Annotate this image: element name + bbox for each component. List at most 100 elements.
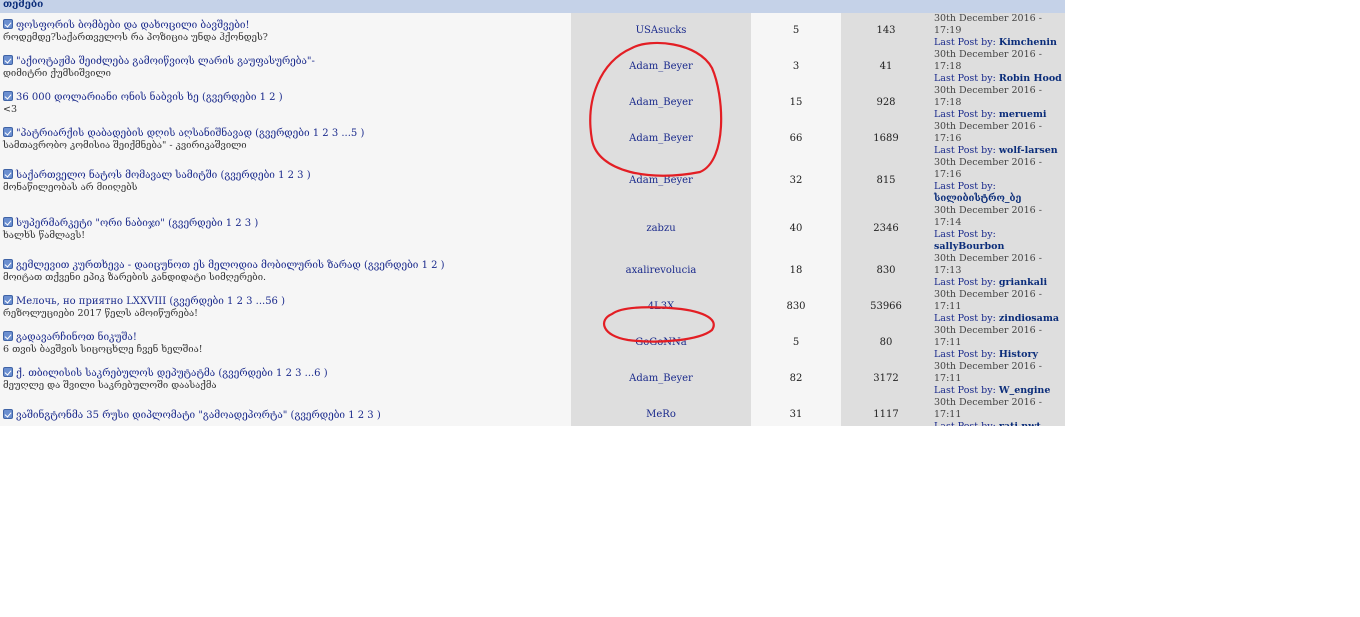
topic-views-count: 1689 — [841, 121, 931, 157]
topic-author-link[interactable]: Adam_Beyer — [571, 361, 751, 397]
topic-description: რეზოლუციები 2017 წელს ამოიწურება! — [3, 307, 198, 319]
topic-title-link[interactable]: 36 000 დოლარიანი ონის ნაბვის ხე — [16, 92, 199, 103]
last-post-user-link[interactable]: Kimchenin — [999, 37, 1057, 48]
topic-author-link[interactable]: MeRo — [571, 397, 751, 426]
table-row: ქ. თბილისის საკრებულოს დეპუტატმა (გვერდე… — [0, 361, 1065, 397]
last-post-date: 30th December 2016 - 17:11 — [934, 325, 1042, 348]
topic-status-icon[interactable] — [3, 408, 13, 419]
topic-author-link[interactable]: Adam_Beyer — [571, 85, 751, 121]
topic-status-icon[interactable] — [3, 258, 13, 269]
last-post-user-link[interactable]: wolf-larsen — [999, 145, 1058, 156]
last-post-user-link[interactable]: rati nwt — [999, 421, 1041, 426]
topic-cell: გემლევით კურთხევა - დაიცუნოთ ეს მელოდია … — [0, 253, 571, 289]
topic-views-count: 815 — [841, 157, 931, 205]
topic-author-link[interactable]: Adam_Beyer — [571, 157, 751, 205]
topic-status-icon[interactable] — [3, 366, 13, 377]
topic-cell: ვაშინგტონმა 35 რუსი დიპლომატი "გამოადეპო… — [0, 397, 571, 426]
last-post-date: 30th December 2016 - 17:16 — [934, 121, 1042, 144]
topic-status-icon[interactable] — [3, 294, 13, 305]
topic-status-icon[interactable] — [3, 216, 13, 227]
last-post-cell: 30th December 2016 - 17:11Last Post by: … — [931, 325, 1065, 361]
topic-author-link[interactable]: Adam_Beyer — [571, 121, 751, 157]
topic-views-count: 53966 — [841, 289, 931, 325]
topic-pages-link[interactable]: (გვერდები 1 2 3 ) — [220, 170, 310, 181]
last-post-cell: 30th December 2016 - 17:19 Last Post by: … — [931, 13, 1065, 49]
topic-replies-count: 31 — [751, 397, 841, 426]
topic-title-link[interactable]: "აქიოტაჟმა შეიძლება გამოიწვიოს ლარის გაუ… — [16, 56, 315, 67]
table-row: "პატრიარქის დაბადების დღის აღსანიშნავად … — [0, 121, 1065, 157]
last-post-date: 30th December 2016 - 17:11 — [934, 361, 1042, 384]
topic-author-link[interactable]: GoGoNNa — [571, 325, 751, 361]
topic-status-icon[interactable] — [3, 126, 13, 137]
table-row: Мелочь, но приятно LXXVIII (გვერდები 1 2… — [0, 289, 1065, 325]
topic-views-count: 2346 — [841, 205, 931, 253]
last-post-user-link[interactable]: zindiosama — [999, 313, 1059, 324]
topic-views-count: 1117 — [841, 397, 931, 426]
last-post-cell: 30th December 2016 - 17:11Last Post by: … — [931, 289, 1065, 325]
topic-replies-count: 3 — [751, 49, 841, 85]
topic-pages-link[interactable]: (გვერდები 1 2 3 ...6 ) — [218, 368, 327, 379]
topic-cell: 36 000 დოლარიანი ონის ნაბვის ხე (გვერდებ… — [0, 85, 571, 121]
last-post-user-link[interactable]: W_engine — [999, 385, 1051, 396]
topic-cell: საქართველო ნატოს მომავალ სამიტში (გვერდე… — [0, 157, 571, 205]
last-post-user-link[interactable]: meruemi — [999, 109, 1047, 120]
topic-title-link[interactable]: "პატრიარქის დაბადების დღის აღსანიშნავად — [16, 128, 252, 139]
topic-pages-link[interactable]: (გვერდები 1 2 ) — [202, 92, 283, 103]
topic-title-link[interactable]: Мелочь, но приятно LXXVIII — [16, 296, 166, 307]
topic-status-icon[interactable] — [3, 54, 13, 65]
topic-replies-count: 5 — [751, 13, 841, 49]
topic-pages-link[interactable]: (გვერდები 1 2 3 ...56 ) — [169, 296, 285, 307]
last-post-label: Last Post by: — [934, 181, 996, 192]
last-post-user-link[interactable]: სილიბისტრო_ბე — [934, 193, 1021, 204]
topic-title-link[interactable]: საქართველო ნატოს მომავალ სამიტში — [16, 170, 217, 181]
table-row: გადავარჩინოთ ნიკუშა! 6 თვის ბავშვის სიცო… — [0, 325, 1065, 361]
last-post-label: Last Post by: — [934, 229, 996, 240]
topic-title-link[interactable]: ფოსფორის ბომბები და დახოცილი ბავშვები! — [16, 20, 250, 31]
topic-pages-link[interactable]: (გვერდები 1 2 3 ...5 ) — [255, 128, 364, 139]
topic-status-icon[interactable] — [3, 168, 13, 179]
last-post-user-link[interactable]: griankali — [999, 277, 1047, 288]
topic-author-link[interactable]: USAsucks — [571, 13, 751, 49]
topic-title-link[interactable]: სუპერმარკეტი "ორი ნაბიჯი" — [16, 218, 165, 229]
last-post-label: Last Post by: — [934, 145, 996, 156]
last-post-cell: 30th December 2016 - 17:14 Last Post by: … — [931, 205, 1065, 253]
topic-description: დიმიტრი ქუმსიშვილი — [3, 67, 111, 79]
topic-status-icon[interactable] — [3, 90, 13, 101]
last-post-user-link[interactable]: sallyBourbon — [934, 241, 1004, 252]
table-row: გემლევით კურთხევა - დაიცუნოთ ეს მელოდია … — [0, 253, 1065, 289]
last-post-user-link[interactable]: Robin Hood — [999, 73, 1062, 84]
table-row: საქართველო ნატოს მომავალ სამიტში (გვერდე… — [0, 157, 1065, 205]
topic-status-icon[interactable] — [3, 18, 13, 29]
topic-description: მოიტათ თქვენი ეპიკ ზარების კანდიდატი სიმ… — [3, 271, 267, 283]
topic-replies-count: 82 — [751, 361, 841, 397]
table-row: სუპერმარკეტი "ორი ნაბიჯი" (გვერდები 1 2 … — [0, 205, 1065, 253]
topic-pages-link[interactable]: (გვერდები 1 2 3 ) — [291, 410, 381, 421]
last-post-label: Last Post by: — [934, 109, 996, 120]
topic-author-link[interactable]: zabzu — [571, 205, 751, 253]
topic-cell: ქ. თბილისის საკრებულოს დეპუტატმა (გვერდე… — [0, 361, 571, 397]
topic-replies-count: 830 — [751, 289, 841, 325]
topic-description: სამთავრობო კომისია შეიქმნება" - კვირიკაშ… — [3, 139, 247, 151]
topic-title-link[interactable]: ქ. თბილისის საკრებულოს დეპუტატმა — [16, 368, 215, 379]
topic-pages-link[interactable]: (გვერდები 1 2 ) — [364, 260, 445, 271]
last-post-user-link[interactable]: History — [999, 349, 1038, 360]
topic-views-count: 830 — [841, 253, 931, 289]
forum-topic-list: თემები ფოსფორის ბომბები და დახოცილი ბავშ… — [0, 0, 1065, 426]
topic-views-count: 928 — [841, 85, 931, 121]
table-row: "აქიოტაჟმა შეიძლება გამოიწვიოს ლარის გაუ… — [0, 49, 1065, 85]
topic-description: როდემდე?საქართველოს რა პოზიცია უნდა ჰქონ… — [3, 31, 268, 43]
topic-author-link[interactable]: Adam_Beyer — [571, 49, 751, 85]
topic-status-icon[interactable] — [3, 330, 13, 341]
topic-cell: "აქიოტაჟმა შეიძლება გამოიწვიოს ლარის გაუ… — [0, 49, 571, 85]
topic-pages-link[interactable]: (გვერდები 1 2 3 ) — [168, 218, 258, 229]
topic-title-link[interactable]: გადავარჩინოთ ნიკუშა! — [16, 332, 137, 343]
last-post-cell: 30th December 2016 - 17:18 Last Post by: … — [931, 85, 1065, 121]
topic-author-link[interactable]: 4L3X — [571, 289, 751, 325]
last-post-date: 30th December 2016 - 17:18 — [934, 49, 1042, 72]
topic-title-link[interactable]: გემლევით კურთხევა - დაიცუნოთ ეს მელოდია … — [16, 260, 361, 271]
last-post-date: 30th December 2016 - 17:13 — [934, 253, 1042, 276]
topic-description: მონაწილეობას არ მიიღებს — [3, 181, 138, 193]
topic-title-link[interactable]: ვაშინგტონმა 35 რუსი დიპლომატი "გამოადეპო… — [16, 410, 287, 421]
topic-author-link[interactable]: axalirevolucia — [571, 253, 751, 289]
topic-views-count: 80 — [841, 325, 931, 361]
